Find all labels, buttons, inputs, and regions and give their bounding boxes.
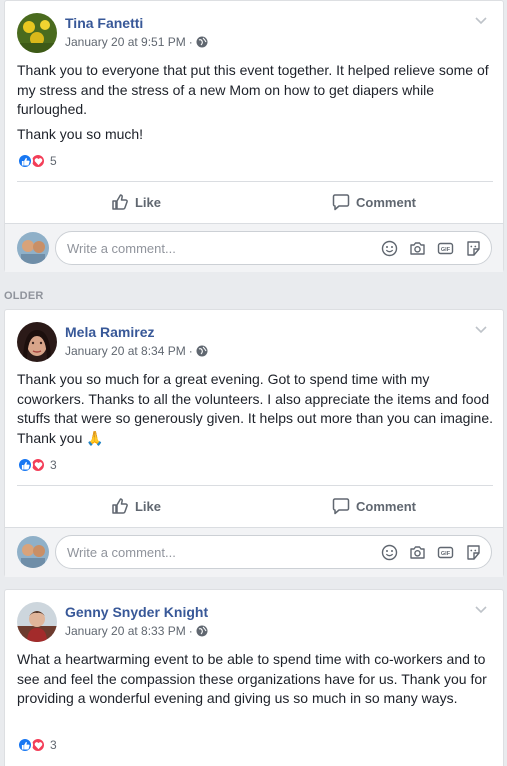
post-paragraph: What a heartwarming event to be able to …	[17, 651, 487, 706]
divider	[17, 181, 493, 182]
like-button[interactable]: Like	[17, 185, 255, 219]
sticker-icon[interactable]	[465, 544, 482, 561]
comment-input[interactable]: Write a comment... GIF	[55, 231, 492, 265]
comment-label: Comment	[356, 194, 416, 210]
globe-icon	[196, 625, 208, 637]
like-label: Like	[134, 194, 161, 210]
chevron-down-icon[interactable]	[475, 13, 487, 25]
timestamp[interactable]: January 20 at 9:51 PM	[65, 35, 186, 49]
like-button[interactable]: Like	[17, 489, 255, 523]
post-actions: Like Comment	[17, 489, 493, 523]
post-text: Thank you to everyone that put this even…	[17, 61, 495, 149]
reaction-count: 3	[50, 738, 57, 752]
like-icon	[17, 457, 33, 473]
comment-input-icons: GIF	[381, 240, 491, 257]
timestamp[interactable]: January 20 at 8:33 PM	[65, 624, 186, 638]
separator: ·	[188, 35, 193, 49]
comment-button[interactable]: Comment	[255, 489, 493, 523]
comment-placeholder: Write a comment...	[67, 544, 176, 560]
author-name[interactable]: Mela Ramirez	[65, 324, 154, 340]
post-card: Tina Fanetti January 20 at 9:51 PM · Tha…	[4, 0, 504, 272]
speech-bubble-icon	[332, 194, 350, 211]
reaction-count: 5	[50, 154, 57, 168]
post-meta: January 20 at 8:33 PM ·	[65, 624, 208, 638]
svg-text:GIF: GIF	[441, 247, 451, 253]
separator: ·	[188, 624, 193, 638]
avatar[interactable]	[17, 13, 57, 53]
gif-icon[interactable]: GIF	[437, 240, 454, 257]
reactions-summary[interactable]: 5	[17, 152, 57, 170]
post-meta: January 20 at 8:34 PM ·	[65, 344, 208, 358]
thumbs-up-icon	[112, 498, 128, 514]
post-card: Genny Snyder Knight January 20 at 8:33 P…	[4, 589, 504, 766]
emoji-icon[interactable]	[381, 240, 398, 257]
like-label: Like	[134, 498, 161, 514]
reaction-count: 3	[50, 458, 57, 472]
sticker-icon[interactable]	[465, 240, 482, 257]
reactions-summary[interactable]: 3	[17, 736, 57, 754]
post-meta: January 20 at 9:51 PM ·	[65, 35, 208, 49]
post-header: Tina Fanetti January 20 at 9:51 PM ·	[17, 13, 487, 55]
author-name[interactable]: Tina Fanetti	[65, 15, 143, 31]
camera-icon[interactable]	[409, 240, 426, 257]
chevron-down-icon[interactable]	[475, 602, 487, 614]
post-card: Mela Ramirez January 20 at 8:34 PM · Tha…	[4, 309, 504, 577]
post-text: Thank you so much for a great evening. G…	[17, 370, 495, 453]
camera-icon[interactable]	[409, 544, 426, 561]
comment-label: Comment	[356, 498, 416, 514]
post-paragraph: Thank you so much for a great evening. G…	[17, 371, 494, 446]
gif-icon[interactable]: GIF	[437, 544, 454, 561]
comment-input-icons: GIF	[381, 544, 491, 561]
separator: ·	[188, 344, 193, 358]
like-icon	[17, 153, 33, 169]
comment-composer: Write a comment... GIF	[5, 223, 503, 272]
speech-bubble-icon	[332, 498, 350, 515]
avatar[interactable]	[17, 322, 57, 362]
post-paragraph: Thank you so much!	[17, 125, 144, 142]
comment-input[interactable]: Write a comment... GIF	[55, 535, 492, 569]
comment-placeholder: Write a comment...	[67, 240, 176, 256]
avatar	[17, 232, 49, 264]
older-label: OLDER	[4, 290, 44, 302]
post-actions: Like Comment	[17, 185, 493, 219]
avatar[interactable]	[17, 602, 57, 642]
like-icon	[17, 737, 33, 753]
svg-text:GIF: GIF	[441, 551, 451, 557]
comment-button[interactable]: Comment	[255, 185, 493, 219]
avatar	[17, 536, 49, 568]
divider	[17, 485, 493, 486]
timestamp[interactable]: January 20 at 8:34 PM	[65, 344, 186, 358]
post-paragraph: Thank you to everyone that put this even…	[17, 62, 489, 117]
post-header: Mela Ramirez January 20 at 8:34 PM ·	[17, 322, 487, 364]
chevron-down-icon[interactable]	[475, 322, 487, 334]
globe-icon	[196, 345, 208, 357]
globe-icon	[196, 36, 208, 48]
post-text: What a heartwarming event to be able to …	[17, 650, 495, 714]
post-header: Genny Snyder Knight January 20 at 8:33 P…	[17, 602, 487, 644]
comment-composer: Write a comment... GIF	[5, 527, 503, 577]
reactions-summary[interactable]: 3	[17, 456, 57, 474]
author-name[interactable]: Genny Snyder Knight	[65, 604, 208, 620]
thumbs-up-icon	[112, 194, 128, 210]
emoji-icon[interactable]	[381, 544, 398, 561]
